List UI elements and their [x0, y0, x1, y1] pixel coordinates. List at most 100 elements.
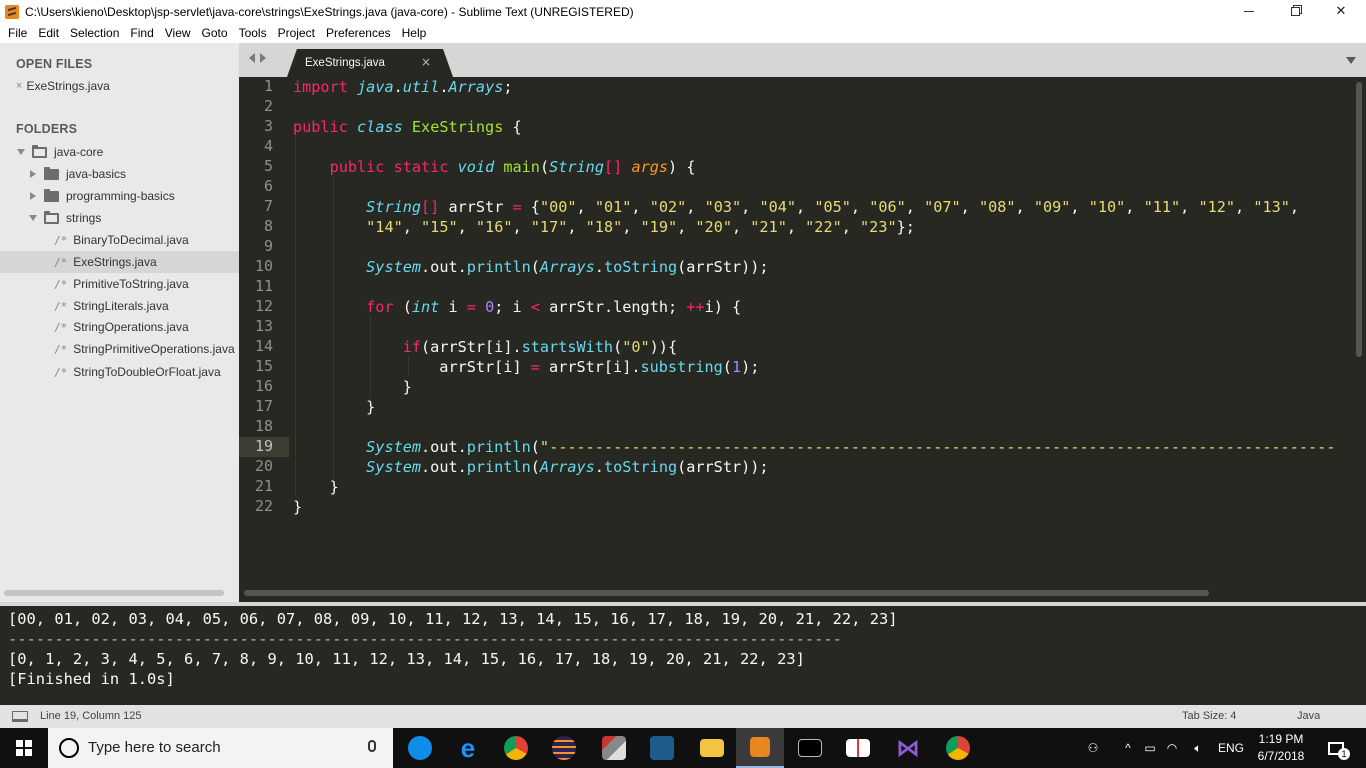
- visual-studio-icon[interactable]: ⋈: [884, 728, 932, 768]
- open-file-label: ExeStrings.java: [26, 79, 110, 93]
- menu-project[interactable]: Project: [273, 26, 321, 40]
- cursor-position: Line 19, Column 125: [40, 710, 142, 722]
- editor-horizontal-scrollbar[interactable]: [244, 590, 1209, 596]
- line-number-gutter: 1 2 3 4 5 6 7 8 9 10 11 12 13 14 15 16 17 18 19 20 21 22: [239, 77, 289, 602]
- file-icon: /*: [54, 277, 68, 291]
- syntax-mode[interactable]: Java: [1297, 710, 1320, 722]
- notification-count: 1: [1338, 748, 1350, 760]
- notification-button[interactable]: 1: [1318, 728, 1354, 768]
- close-tab-icon[interactable]: ×: [421, 55, 431, 69]
- eclipse-icon[interactable]: [540, 728, 588, 768]
- code-editor[interactable]: 1 2 3 4 5 6 7 8 9 10 11 12 13 14 15 16 17 18 19 20 21 22 impo…: [239, 77, 1366, 602]
- chrome-icon[interactable]: [492, 728, 540, 768]
- folder-item-strings[interactable]: strings: [0, 207, 239, 229]
- close-button[interactable]: ✕: [1318, 0, 1364, 23]
- file-item-exestrings[interactable]: /* ExeStrings.java: [0, 251, 239, 273]
- folder-item-java-basics[interactable]: java-basics: [0, 163, 239, 185]
- code-line-8: "14", "15", "16", "17", "18", "19", "20"…: [366, 218, 915, 236]
- editor-vertical-scrollbar[interactable]: [1356, 82, 1362, 357]
- menu-goto[interactable]: Goto: [197, 26, 234, 40]
- code-line-22: }: [293, 498, 303, 516]
- code-line-21: }: [293, 478, 339, 496]
- windows-icon: [16, 740, 32, 756]
- arrow-right-icon[interactable]: [260, 53, 266, 63]
- menu-view[interactable]: View: [160, 26, 197, 40]
- clock-date[interactable]: 6/7/2018: [1256, 749, 1306, 763]
- code-line-10: System.out.println(Arrays.toString(arrSt…: [366, 258, 769, 276]
- panel-toggle-icon[interactable]: [12, 711, 28, 722]
- menu-edit[interactable]: Edit: [33, 26, 65, 40]
- folders-heading: FOLDERS: [16, 122, 78, 136]
- tab-menu-icon[interactable]: [1346, 57, 1356, 64]
- folder-item-programming-basics[interactable]: programming-basics: [0, 185, 239, 207]
- line-number: 11: [254, 277, 273, 295]
- file-item-stringliterals[interactable]: /* StringLiterals.java: [0, 295, 239, 317]
- chevron-right-icon[interactable]: [30, 170, 36, 178]
- chrome-icon[interactable]: [934, 728, 982, 768]
- file-icon: /*: [54, 342, 68, 356]
- line-number: 9: [263, 237, 273, 255]
- menu-preferences[interactable]: Preferences: [321, 26, 397, 40]
- start-button[interactable]: [0, 728, 48, 768]
- chevron-right-icon[interactable]: [30, 192, 36, 200]
- line-number: 20: [254, 457, 273, 475]
- folder-item-java-core[interactable]: java-core: [0, 141, 239, 163]
- output-line: [00, 01, 02, 03, 04, 05, 06, 07, 08, 09,…: [8, 610, 898, 628]
- sidebar: OPEN FILES × ExeStrings.java FOLDERS jav…: [0, 43, 239, 603]
- build-output-panel: [00, 01, 02, 03, 04, 05, 06, 07, 08, 09,…: [0, 602, 1366, 705]
- snipping-icon[interactable]: [834, 728, 882, 768]
- close-icon: ✕: [1335, 4, 1347, 19]
- code-line-1: import java.util.Arrays;: [293, 78, 513, 96]
- teamviewer-icon[interactable]: [396, 728, 444, 768]
- file-item-stringtodoubleorfloat[interactable]: /* StringToDoubleOrFloat.java: [0, 361, 239, 383]
- file-item-stringoperations[interactable]: /* StringOperations.java: [0, 316, 239, 338]
- edge-icon[interactable]: e: [444, 728, 492, 768]
- sidebar-horizontal-scrollbar[interactable]: [4, 590, 224, 596]
- visual-studio-code-icon[interactable]: [638, 728, 686, 768]
- menu-tools[interactable]: Tools: [234, 26, 273, 40]
- code-line-7: String[] arrStr = {"00", "01", "02", "03…: [366, 198, 1300, 216]
- tools-icon[interactable]: [590, 728, 638, 768]
- line-number: 2: [263, 97, 273, 115]
- battery-icon[interactable]: ▭: [1140, 728, 1160, 768]
- menu-file[interactable]: File: [3, 26, 33, 40]
- file-item-stringprimitiveoperations[interactable]: /* StringPrimitiveOperations.java: [0, 338, 239, 360]
- minimize-icon: [1244, 11, 1254, 12]
- file-explorer-icon[interactable]: [688, 728, 736, 768]
- tab-size[interactable]: Tab Size: 4: [1182, 710, 1236, 722]
- language-indicator[interactable]: ENG: [1214, 728, 1248, 768]
- folder-label: programming-basics: [66, 189, 175, 203]
- file-label: PrimitiveToString.java: [73, 277, 189, 291]
- output-line: [Finished in 1.0s]: [8, 670, 175, 688]
- tab-navigation: [249, 53, 271, 66]
- chevron-down-icon[interactable]: [29, 215, 37, 221]
- menu-find[interactable]: Find: [125, 26, 159, 40]
- minimize-button[interactable]: [1226, 0, 1272, 23]
- file-item-binarytodecimal[interactable]: /* BinaryToDecimal.java: [0, 229, 239, 251]
- clock-time[interactable]: 1:19 PM: [1256, 732, 1306, 746]
- chevron-down-icon[interactable]: [17, 149, 25, 155]
- terminal-icon[interactable]: [786, 728, 834, 768]
- microphone-icon[interactable]: [368, 740, 376, 752]
- volume-icon[interactable]: 🔈︎: [1186, 728, 1210, 768]
- file-icon: /*: [54, 255, 68, 269]
- restore-button[interactable]: [1272, 0, 1318, 23]
- tab-label: ExeStrings.java: [305, 57, 385, 69]
- file-item-primitivetostring[interactable]: /* PrimitiveToString.java: [0, 273, 239, 295]
- close-file-icon[interactable]: ×: [16, 80, 22, 92]
- taskbar-search[interactable]: Type here to search: [48, 728, 393, 768]
- menu-help[interactable]: Help: [397, 26, 433, 40]
- code-line-16: }: [293, 378, 412, 396]
- line-number: 6: [263, 177, 273, 195]
- sublime-text-icon[interactable]: [736, 728, 784, 768]
- open-files-heading: OPEN FILES: [16, 57, 93, 71]
- menu-selection[interactable]: Selection: [65, 26, 125, 40]
- wifi-icon[interactable]: ◠: [1162, 728, 1182, 768]
- chevron-up-icon[interactable]: ^: [1118, 728, 1138, 768]
- open-file-item[interactable]: × ExeStrings.java: [0, 75, 239, 97]
- tab-exestrings[interactable]: ExeStrings.java ×: [287, 49, 453, 77]
- people-icon[interactable]: ⚇: [1080, 728, 1106, 768]
- arrow-left-icon[interactable]: [249, 53, 255, 63]
- line-number: 1: [263, 77, 273, 95]
- line-number: 17: [254, 397, 273, 415]
